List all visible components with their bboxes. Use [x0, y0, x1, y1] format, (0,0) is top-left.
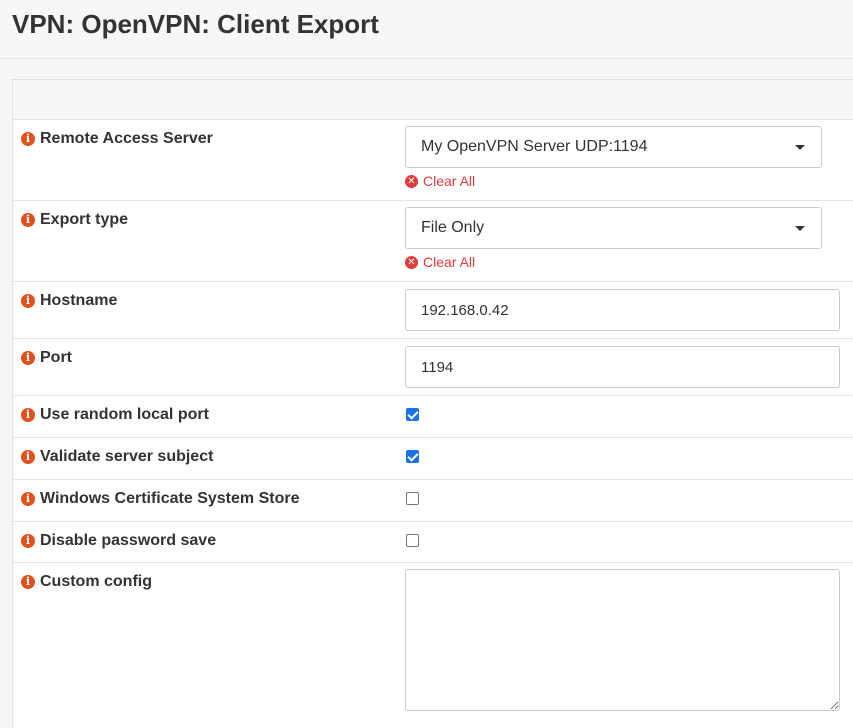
remote-access-server-clear-all[interactable]: ✕ Clear All — [405, 173, 475, 189]
info-icon[interactable]: i — [21, 575, 35, 589]
page-title: VPN: OpenVPN: Client Export — [12, 9, 379, 39]
export-type-select[interactable]: File Only — [405, 207, 822, 249]
export-type-clear-all[interactable]: ✕ Clear All — [405, 254, 475, 270]
clear-x-icon: ✕ — [405, 255, 418, 269]
windows-cert-store-label: i Windows Certificate System Store — [21, 490, 299, 508]
validate-server-subject-label: i Validate server subject — [21, 448, 213, 466]
client-export-panel: i Remote Access Server My OpenVPN Server… — [12, 79, 853, 728]
port-label: i Port — [21, 349, 72, 367]
row-use-random-local-port: i Use random local port — [13, 396, 853, 438]
export-type-value: File Only — [421, 219, 485, 236]
info-icon[interactable]: i — [21, 534, 35, 548]
validate-server-subject-checkbox[interactable] — [406, 450, 419, 463]
windows-cert-store-checkbox[interactable] — [406, 492, 419, 505]
disable-password-save-checkbox[interactable] — [406, 534, 419, 547]
clear-x-icon: ✕ — [405, 174, 418, 188]
row-validate-server-subject: i Validate server subject — [13, 438, 853, 480]
port-input[interactable] — [405, 346, 840, 388]
disable-password-save-label: i Disable password save — [21, 532, 216, 550]
use-random-local-port-checkbox[interactable] — [406, 408, 419, 421]
info-icon[interactable]: i — [21, 492, 35, 506]
row-port: i Port — [13, 339, 853, 396]
row-hostname: i Hostname — [13, 282, 853, 339]
info-icon[interactable]: i — [21, 294, 35, 308]
chevron-down-icon — [795, 226, 805, 231]
export-type-label: i Export type — [21, 211, 128, 229]
hostname-input[interactable] — [405, 289, 840, 331]
info-icon[interactable]: i — [21, 450, 35, 464]
use-random-local-port-label: i Use random local port — [21, 406, 209, 424]
row-windows-cert-store: i Windows Certificate System Store — [13, 480, 853, 522]
chevron-down-icon — [795, 145, 805, 150]
custom-config-textarea[interactable] — [405, 569, 840, 711]
row-export-type: i Export type File Only ✕ Clear All — [13, 201, 853, 282]
panel-header-bar — [13, 80, 853, 120]
row-custom-config: i Custom config — [13, 563, 853, 728]
remote-access-server-value: My OpenVPN Server UDP:1194 — [421, 138, 648, 155]
remote-access-server-label: i Remote Access Server — [21, 130, 213, 148]
info-icon[interactable]: i — [21, 408, 35, 422]
remote-access-server-select[interactable]: My OpenVPN Server UDP:1194 — [405, 126, 822, 168]
row-disable-password-save: i Disable password save — [13, 522, 853, 563]
page-header: VPN: OpenVPN: Client Export — [0, 0, 853, 59]
info-icon[interactable]: i — [21, 213, 35, 227]
row-remote-access-server: i Remote Access Server My OpenVPN Server… — [13, 120, 853, 201]
hostname-label: i Hostname — [21, 292, 117, 310]
custom-config-label: i Custom config — [21, 573, 152, 591]
info-icon[interactable]: i — [21, 351, 35, 365]
info-icon[interactable]: i — [21, 132, 35, 146]
